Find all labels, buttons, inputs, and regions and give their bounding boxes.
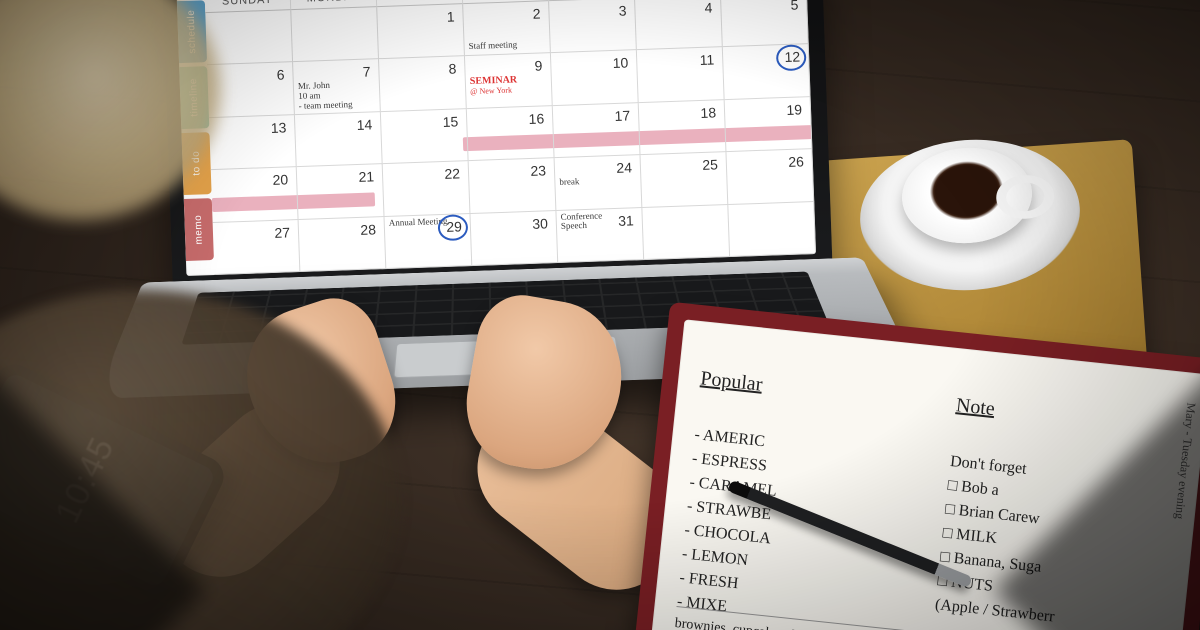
calendar: SUNDAY MONDAY TUESDAY WEDNESDAY THURSDAY… bbox=[204, 0, 816, 275]
calendar-cell[interactable]: 19 bbox=[725, 97, 813, 152]
day-number: 5 bbox=[790, 0, 798, 13]
note-staff-meeting: Staff meeting bbox=[468, 39, 545, 52]
day-number: 1 bbox=[446, 8, 454, 24]
calendar-cell[interactable]: 9 SEMINAR @ New York bbox=[465, 54, 553, 109]
calendar-cell[interactable]: 25 bbox=[641, 152, 729, 207]
clipboard-heading-popular: Popular bbox=[699, 363, 928, 417]
calendar-cell[interactable]: 30 bbox=[470, 211, 558, 266]
day-number: 10 bbox=[612, 55, 628, 72]
day-number: 28 bbox=[360, 221, 376, 238]
calendar-cell[interactable]: 6 bbox=[207, 63, 295, 118]
note-seminar-sub: @ New York bbox=[470, 86, 547, 97]
day-number: 13 bbox=[270, 119, 286, 136]
note-conference: Conference Speech bbox=[560, 210, 638, 232]
calendar-cell[interactable]: 15 bbox=[381, 109, 469, 164]
clipboard-col-popular: Popular - AMERIC - ESPRESS - CARAMEL - S… bbox=[674, 340, 930, 630]
calendar-cell[interactable]: 12 bbox=[723, 45, 811, 100]
day-number: 19 bbox=[786, 101, 802, 118]
calendar-cell[interactable]: 3 bbox=[549, 0, 637, 54]
day-number: 30 bbox=[532, 215, 548, 232]
day-number: 8 bbox=[448, 61, 456, 77]
calendar-cell[interactable]: 23 bbox=[469, 158, 557, 213]
calendar-cell[interactable]: 10 bbox=[551, 51, 639, 106]
day-number: 12 bbox=[784, 49, 800, 66]
calendar-cell[interactable] bbox=[642, 205, 730, 260]
note-mr-john: Mr. John 10 am - team meeting bbox=[298, 80, 376, 112]
day-number: 27 bbox=[274, 224, 290, 241]
day-number: 11 bbox=[699, 52, 714, 68]
day-number: 25 bbox=[702, 157, 718, 174]
tab-memo[interactable]: memo bbox=[184, 198, 214, 261]
day-number: 4 bbox=[704, 0, 712, 16]
day-number: 9 bbox=[534, 58, 542, 74]
day-number: 7 bbox=[362, 64, 370, 80]
day-number: 14 bbox=[356, 116, 372, 133]
day-number: 15 bbox=[442, 113, 458, 130]
calendar-cell[interactable]: 22 bbox=[383, 161, 471, 216]
calendar-cell[interactable]: 29 Annual Meeting bbox=[385, 214, 473, 269]
calendar-cell[interactable]: 5 bbox=[721, 0, 809, 48]
calendar-cell[interactable]: 13 bbox=[209, 115, 297, 170]
calendar-grid: 1 2 Staff meeting 3 4 5 6 7 Mr. John 10 … bbox=[205, 0, 816, 275]
day-number: 17 bbox=[614, 107, 630, 124]
day-number: 24 bbox=[616, 160, 632, 177]
calendar-cell[interactable]: 28 bbox=[299, 217, 387, 272]
calendar-cell[interactable]: 27 bbox=[213, 220, 301, 275]
calendar-cell[interactable]: 31 Conference Speech bbox=[556, 208, 644, 263]
calendar-cell[interactable]: 21 bbox=[297, 164, 385, 219]
calendar-cell[interactable]: 20 bbox=[211, 167, 299, 222]
calendar-cell[interactable] bbox=[205, 10, 293, 65]
calendar-cell[interactable]: 26 bbox=[726, 149, 814, 204]
note-break: break bbox=[559, 175, 636, 188]
photo-scene: schedule timeline to do memo SUNDAY MOND… bbox=[0, 0, 1200, 630]
calendar-cell[interactable]: 14 bbox=[295, 112, 383, 167]
calendar-cell[interactable]: 16 bbox=[467, 106, 555, 161]
calendar-cell[interactable]: 18 bbox=[639, 100, 727, 155]
day-number: 22 bbox=[444, 166, 460, 183]
day-number: 6 bbox=[276, 67, 284, 83]
calendar-cell[interactable] bbox=[728, 202, 816, 257]
calendar-cell[interactable]: 7 Mr. John 10 am - team meeting bbox=[293, 60, 381, 115]
calendar-cell[interactable]: 17 bbox=[553, 103, 641, 158]
day-number: 18 bbox=[700, 104, 716, 121]
laptop-screen: schedule timeline to do memo SUNDAY MOND… bbox=[177, 0, 817, 276]
day-number: 26 bbox=[788, 154, 804, 171]
day-number: 21 bbox=[358, 169, 374, 186]
calendar-cell[interactable]: 4 bbox=[635, 0, 723, 51]
calendar-cell[interactable]: 1 bbox=[377, 4, 465, 59]
day-number: 23 bbox=[530, 163, 546, 180]
clipboard-list-popular: - AMERIC - ESPRESS - CARAMEL - STRAWBE -… bbox=[676, 426, 777, 615]
day-number: 3 bbox=[618, 2, 626, 18]
calendar-cell[interactable] bbox=[291, 7, 379, 62]
calendar-cell[interactable]: 2 Staff meeting bbox=[463, 1, 551, 56]
calendar-cell[interactable]: 8 bbox=[379, 57, 467, 112]
day-number: 16 bbox=[528, 110, 544, 127]
calendar-cell[interactable]: 24 break bbox=[555, 155, 643, 210]
calendar-cell[interactable]: 11 bbox=[637, 48, 725, 103]
day-number: 2 bbox=[532, 5, 540, 21]
day-number: 20 bbox=[272, 172, 288, 189]
